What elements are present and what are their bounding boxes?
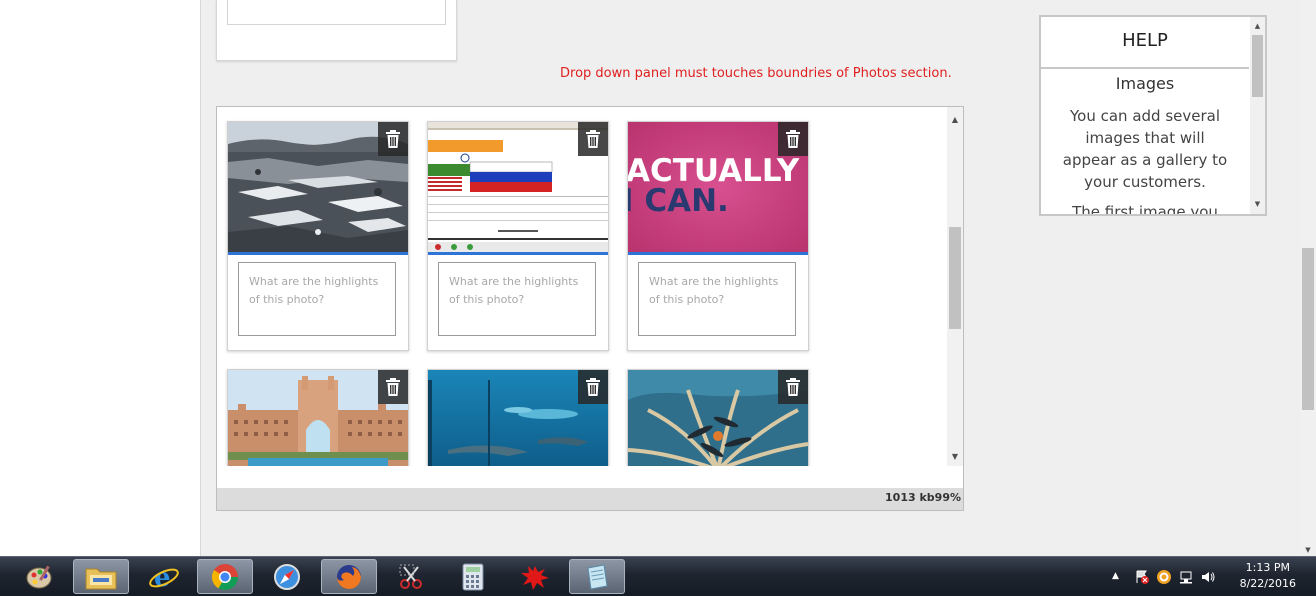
red-splat-icon	[521, 565, 549, 590]
photos-scrollbar-thumb[interactable]	[949, 227, 961, 329]
scroll-down-arrow-icon[interactable]: ▼	[947, 448, 963, 464]
scroll-up-arrow-icon[interactable]: ▲	[947, 111, 963, 127]
taskbar-calculator[interactable]	[445, 559, 501, 594]
calculator-icon	[462, 563, 484, 590]
photos-scrollbar[interactable]: ▲ ▼	[947, 107, 963, 466]
trash-icon	[386, 130, 400, 148]
help-body: You can add several images that will app…	[1059, 105, 1231, 216]
delete-photo-button[interactable]	[378, 122, 408, 156]
taskbar-paint[interactable]	[12, 559, 68, 594]
page-scrollbar[interactable]: ▼	[1300, 0, 1316, 556]
taskbar-firefox[interactable]	[321, 559, 377, 594]
help-body-text-continued: The first image you	[1072, 203, 1218, 216]
trash-icon	[786, 378, 800, 396]
page-scrollbar-thumb[interactable]	[1302, 248, 1314, 410]
taskbar-chrome[interactable]	[197, 559, 253, 594]
help-body-text: You can add several images that will app…	[1062, 107, 1228, 191]
scissors-icon	[399, 564, 422, 589]
folder-icon	[85, 568, 117, 589]
photo-card: ACTUALLY I CAN.	[627, 121, 809, 351]
scroll-up-arrow-icon[interactable]: ▲	[1250, 19, 1265, 33]
photo-card	[227, 369, 409, 466]
photo-caption-input[interactable]	[238, 262, 396, 336]
delete-photo-button[interactable]	[778, 122, 808, 156]
help-title: HELP	[1041, 17, 1249, 69]
photo-card	[227, 121, 409, 351]
taskbar-file-explorer[interactable]	[73, 559, 129, 594]
action-center-flag-icon[interactable]	[1134, 569, 1150, 585]
system-tray: ▲ 1:13 PM 8/22/2016	[1106, 557, 1316, 596]
taskbar-notepad-app[interactable]	[569, 559, 625, 594]
trash-icon	[386, 378, 400, 396]
trash-icon	[586, 130, 600, 148]
clock[interactable]: 1:13 PM 8/22/2016	[1240, 560, 1296, 592]
clock-date: 8/22/2016	[1239, 577, 1296, 590]
taskbar: e ▲ 1:13 PM 8/22/2016	[0, 556, 1316, 596]
taskbar-splat-app[interactable]	[507, 559, 563, 594]
overlay-text-i-can: I CAN.	[628, 183, 729, 219]
taskbar-snipping-tool[interactable]	[383, 559, 439, 594]
photo-card	[627, 369, 809, 466]
taskbar-safari[interactable]	[259, 559, 315, 594]
delete-photo-button[interactable]	[378, 370, 408, 404]
update-orange-icon[interactable]	[1156, 569, 1172, 585]
show-hidden-icons-icon[interactable]: ▲	[1112, 571, 1119, 581]
delete-photo-button[interactable]	[578, 370, 608, 404]
chrome-icon	[211, 563, 239, 590]
help-panel: HELP Images You can add several images t…	[1039, 15, 1267, 216]
svg-text:e: e	[154, 563, 171, 592]
safari-compass-icon	[274, 563, 300, 590]
photo-caption-input[interactable]	[638, 262, 796, 336]
photos-section: ACTUALLY I CAN.	[216, 106, 964, 511]
photos-viewport: ACTUALLY I CAN.	[217, 107, 947, 466]
notepad-icon	[587, 563, 608, 590]
firefox-icon	[337, 564, 361, 589]
photo-card	[427, 369, 609, 466]
photo-caption-input[interactable]	[438, 262, 596, 336]
network-icon[interactable]	[1178, 569, 1194, 585]
upload-size-status: 1013 kb99%	[885, 491, 961, 504]
photos-footer: 1013 kb99%	[217, 488, 963, 510]
scroll-down-arrow-icon[interactable]: ▼	[1300, 544, 1316, 556]
trash-icon	[586, 378, 600, 396]
trash-icon	[786, 130, 800, 148]
help-scrollbar-thumb[interactable]	[1252, 35, 1263, 97]
taskbar-internet-explorer[interactable]: e	[136, 559, 192, 594]
internet-explorer-icon: e	[149, 563, 179, 592]
help-subtitle: Images	[1115, 74, 1175, 93]
delete-photo-button[interactable]	[578, 122, 608, 156]
scroll-down-arrow-icon[interactable]: ▼	[1250, 197, 1265, 211]
top-card-input[interactable]	[227, 0, 446, 25]
volume-icon[interactable]	[1200, 569, 1216, 585]
help-scrollbar[interactable]: ▲ ▼	[1250, 17, 1265, 214]
left-pane	[0, 0, 201, 556]
clock-time: 1:13 PM	[1245, 561, 1290, 574]
drop-down-notice: Drop down panel must touches boundries o…	[560, 66, 952, 81]
photo-card	[427, 121, 609, 351]
paint-palette-icon	[26, 565, 52, 588]
delete-photo-button[interactable]	[778, 370, 808, 404]
top-card	[216, 0, 457, 61]
